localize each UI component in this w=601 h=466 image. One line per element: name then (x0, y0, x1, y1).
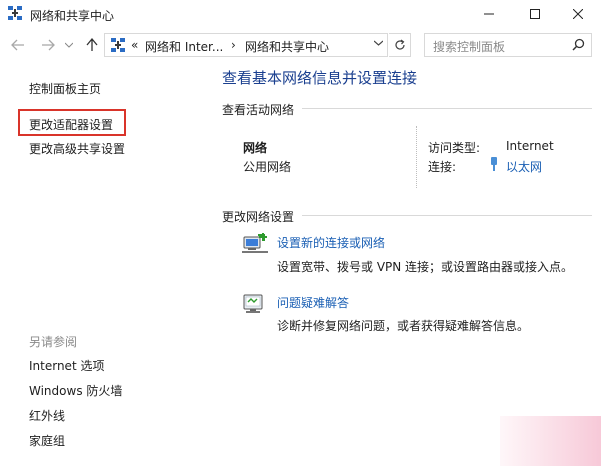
breadcrumb-network-sharing-center[interactable]: 网络和共享中心 (245, 38, 329, 55)
network-name: 网络 (243, 141, 268, 155)
breadcrumb-separator[interactable]: › (231, 38, 236, 52)
see-also-heading: 另请参阅 (29, 335, 78, 349)
breadcrumb-overflow[interactable]: « (131, 38, 138, 52)
change-settings-heading: 更改网络设置 (222, 210, 295, 224)
maximize-icon (530, 9, 540, 19)
window-title: 网络和共享中心 (30, 9, 115, 23)
search-box[interactable]: 搜索控制面板 (424, 33, 592, 57)
recent-locations-button[interactable] (64, 37, 74, 53)
navigation-bar: « 网络和 Inter... › 网络和共享中心 搜索控制面板 (0, 28, 601, 62)
minimize-icon (484, 13, 494, 15)
change-advanced-sharing-link[interactable]: 更改高级共享设置 (29, 140, 125, 157)
network-setup-icon (242, 233, 268, 257)
arrow-up-icon (86, 38, 98, 51)
forward-button[interactable] (40, 37, 56, 53)
active-networks-heading: 查看活动网络 (222, 103, 295, 117)
connections-label: 连接: (428, 160, 457, 174)
setup-connection-description: 设置宽带、拨号或 VPN 连接；或设置路由器或接入点。 (277, 260, 574, 274)
change-adapter-settings-link[interactable]: 更改适配器设置 (29, 116, 113, 133)
minimize-button[interactable] (466, 0, 512, 28)
network-center-icon (8, 6, 22, 20)
troubleshoot-link[interactable]: 问题疑难解答 (277, 294, 349, 311)
chevron-down-icon (373, 40, 384, 46)
ethernet-icon (489, 157, 499, 174)
access-type-value: Internet (506, 139, 554, 153)
see-also-homegroup[interactable]: 家庭组 (29, 432, 65, 449)
refresh-icon (394, 39, 405, 50)
control-panel-home-link[interactable]: 控制面板主页 (29, 80, 101, 97)
refresh-button[interactable] (389, 33, 411, 57)
breadcrumb-network-internet[interactable]: 网络和 Inter... (145, 38, 223, 55)
search-icon[interactable] (572, 38, 585, 54)
setup-connection-link[interactable]: 设置新的连接或网络 (277, 234, 385, 251)
arrow-right-icon (42, 39, 55, 51)
address-dropdown-button[interactable] (373, 38, 384, 49)
network-center-icon (111, 38, 125, 52)
arrow-left-icon (11, 39, 24, 51)
see-also-windows-firewall[interactable]: Windows 防火墙 (29, 382, 122, 399)
section-divider (302, 215, 592, 216)
watermark-overlay (500, 416, 601, 466)
vertical-divider (416, 126, 417, 188)
see-also-infrared[interactable]: 红外线 (29, 407, 65, 424)
close-button[interactable] (555, 0, 601, 28)
troubleshoot-description: 诊断并修复网络问题，或者获得疑难解答信息。 (277, 319, 530, 333)
troubleshoot-icon (242, 292, 268, 316)
search-placeholder: 搜索控制面板 (433, 40, 506, 54)
see-also-internet-options[interactable]: Internet 选项 (29, 357, 104, 374)
chevron-down-icon (65, 42, 73, 48)
network-type-link[interactable]: 公用网络 (243, 158, 291, 175)
close-icon (573, 9, 583, 19)
page-title: 查看基本网络信息并设置连接 (222, 69, 418, 87)
title-bar: 网络和共享中心 (0, 0, 601, 28)
maximize-button[interactable] (512, 0, 558, 28)
access-type-label: 访问类型: (428, 141, 481, 155)
up-button[interactable] (84, 37, 100, 53)
section-divider (302, 108, 592, 109)
back-button[interactable] (10, 37, 26, 53)
ethernet-connection-link[interactable]: 以太网 (506, 158, 542, 175)
address-bar[interactable]: « 网络和 Inter... › 网络和共享中心 (104, 33, 388, 57)
